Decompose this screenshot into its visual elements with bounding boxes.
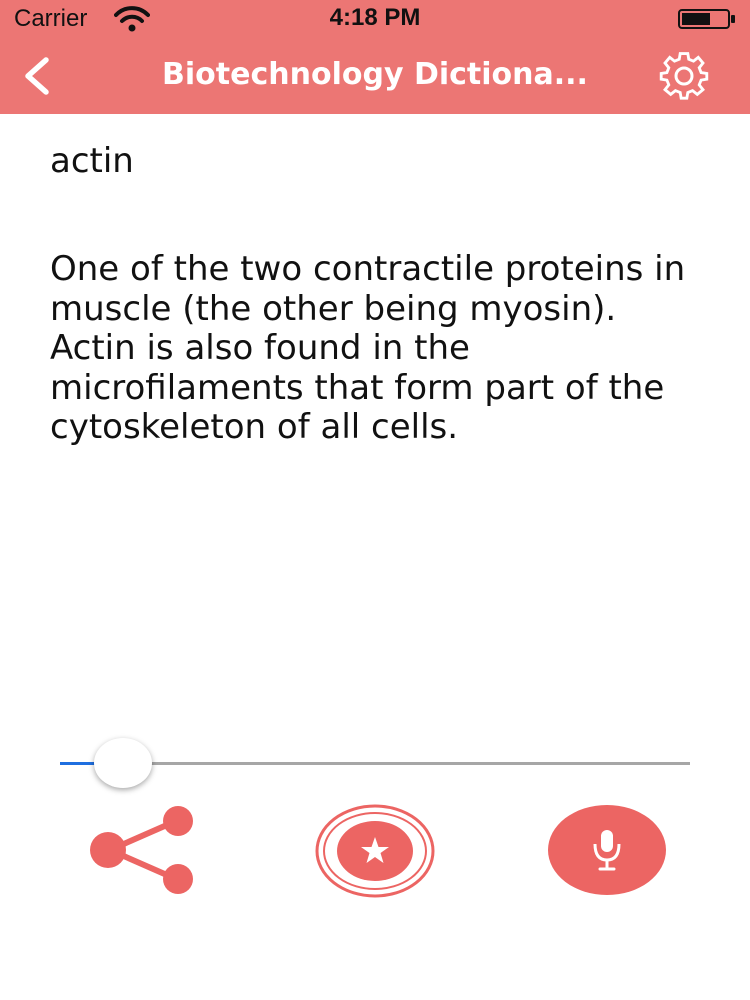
page-title: Biotechnology Dictiona... [162,57,588,92]
chevron-left-icon [25,57,49,95]
term-title: actin [50,141,134,181]
battery-icon [678,9,735,29]
settings-button[interactable] [652,50,716,102]
term-definition: One of the two contractile proteins in m… [50,249,686,447]
gear-icon [659,52,709,100]
speech-rate-slider[interactable] [60,736,690,792]
microphone-icon [548,805,666,895]
slider-thumb[interactable] [94,738,152,788]
share-icon [90,806,193,894]
status-bar: Carrier 4:18 PM [0,0,750,38]
slider-track [60,762,690,765]
favorite-button[interactable] [314,804,436,898]
clock: 4:18 PM [329,4,421,31]
star-icon [315,804,435,898]
navigation-bar: Carrier 4:18 PM Biotechnology Dictiona..… [0,0,750,114]
share-button[interactable] [82,804,206,900]
microphone-button[interactable] [546,804,668,896]
back-button[interactable] [14,52,62,100]
